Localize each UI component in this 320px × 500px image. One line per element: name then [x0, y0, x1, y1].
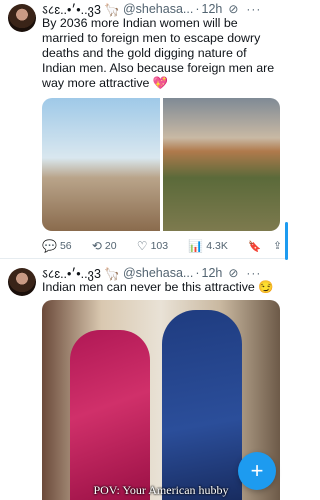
separator: · [195, 266, 200, 280]
reply-button[interactable]: 💬 56 [42, 239, 72, 253]
timestamp[interactable]: 12h [202, 266, 223, 280]
reply-count: 56 [59, 240, 72, 252]
like-icon: ♡ [136, 239, 148, 253]
separator: · [195, 2, 200, 16]
video-bride-figure [70, 330, 150, 500]
tweet-text: Indian men can never be this attractive … [42, 280, 274, 294]
views-count: 4.3K [206, 240, 228, 252]
author-name[interactable]: ऽ८ɛ..•׳•..ვ3 🦙 [42, 1, 120, 18]
author-handle[interactable]: @shehasa... [123, 266, 193, 280]
grok-icon[interactable]: ⊘ [228, 266, 238, 280]
tweet-text: By 2036 more Indian women will be marrie… [42, 16, 275, 90]
tweet-divider [0, 258, 288, 259]
avatar[interactable] [8, 4, 36, 32]
timestamp[interactable]: 12h [202, 2, 223, 16]
tweet-header: ऽ८ɛ..•׳•..ვ3 🦙 @shehasa... · 12h ⊘ ··· [42, 1, 282, 17]
tweet[interactable]: ऽ८ɛ..•׳•..ვ3 🦙 @shehasa... · 12h ⊘ ··· B… [0, 0, 288, 258]
retweet-icon: ⟲ [91, 239, 102, 253]
compose-button[interactable]: + [238, 452, 276, 490]
author-name[interactable]: ऽ८ɛ..•׳•..ვ3 🦙 [42, 265, 120, 282]
photo-couple-rocks[interactable] [42, 98, 160, 231]
views-icon: 📊 [188, 239, 204, 253]
like-count: 103 [150, 240, 169, 252]
views-button[interactable]: 📊 4.3K [188, 239, 228, 253]
media-grid[interactable] [42, 98, 280, 231]
retweet-count: 20 [104, 240, 117, 252]
like-button[interactable]: ♡ 103 [137, 239, 168, 253]
more-options-icon[interactable]: ··· [246, 2, 261, 16]
video-groom-figure [162, 310, 242, 500]
avatar[interactable] [8, 268, 36, 296]
share-icon[interactable]: ⇪ [273, 240, 282, 253]
tweet-header: ऽ८ɛ..•׳•..ვ3 🦙 @shehasa... · 12h ⊘ ··· [42, 265, 282, 281]
bookmark-icon[interactable]: 🔖 [248, 240, 261, 253]
scrollbar[interactable] [285, 222, 288, 260]
author-handle[interactable]: @shehasa... [123, 2, 193, 16]
tweet-actions: 💬 56 ⟲ 20 ♡ 103 📊 4.3K 🔖 ⇪ [42, 238, 282, 254]
photo-couple-path[interactable] [162, 98, 280, 231]
grok-icon[interactable]: ⊘ [228, 2, 238, 16]
more-options-icon[interactable]: ··· [246, 266, 261, 280]
reply-icon: 💬 [42, 239, 57, 253]
retweet-button[interactable]: ⟲ 20 [92, 239, 117, 253]
